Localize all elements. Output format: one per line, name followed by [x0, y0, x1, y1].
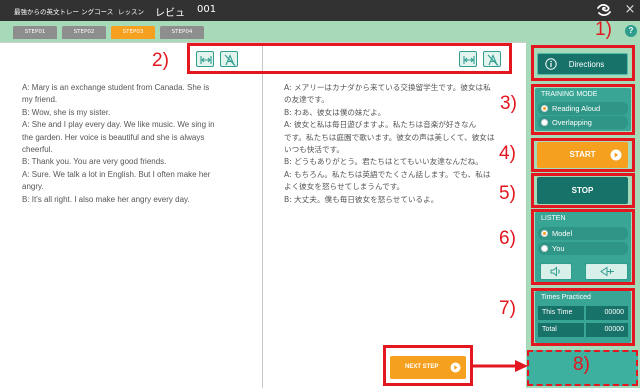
japanese-line: B: 大丈夫。僕も毎日彼女を怒らせているよ。: [284, 194, 439, 204]
japanese-hide-text-button[interactable]: [483, 51, 501, 67]
reading-content: A: Mary is an exchange student from Cana…: [0, 42, 526, 388]
japanese-line: です。私たちは庭園で歌います。彼女の声は美しくて、彼女は: [284, 132, 495, 142]
playback-icon: [599, 266, 614, 277]
english-hide-text-button[interactable]: [220, 51, 238, 67]
speaker-button[interactable]: [540, 263, 572, 280]
arrow-circle-icon: [610, 149, 622, 161]
this-time-value: 00000: [586, 306, 628, 320]
radio-label: Model: [552, 229, 573, 238]
english-line: my friend.: [22, 95, 58, 105]
japanese-line: の友達です。: [284, 95, 329, 105]
step-tab-bar: STEP01 STEP02 STEP03 STEP04 ?: [0, 21, 640, 42]
english-line: B: Wow, she is my sister.: [22, 107, 111, 117]
english-line: B: Thank you. You are very good friends.: [22, 157, 167, 167]
english-line: A: She and I play every day. We like mus…: [22, 120, 215, 130]
japanese-line: いつも快活です。: [284, 144, 344, 154]
lesson-label: レッスン: [118, 8, 144, 16]
japanese-line: A: 彼女と私は毎日遊びますよ。私たちは音楽が好きなん: [284, 120, 477, 130]
english-expand-button[interactable]: [196, 51, 214, 67]
japanese-line: A: メアリーはカナダから来ている交換留学生です。彼女は私: [284, 83, 491, 92]
title-bar: 最強からの英文トレー ングコース レッスン レビュ 001 ×: [0, 0, 640, 21]
radio-model[interactable]: Model: [538, 227, 628, 240]
times-practiced-title: Times Practiced: [541, 294, 591, 301]
japanese-line: B: どうもありがとう。君たちはとてもいい友達なんだね。: [284, 157, 483, 167]
radio-button: [541, 119, 548, 126]
tab-step01[interactable]: STEP01: [13, 26, 57, 39]
control-sidebar: Directions TRAINING MODE Reading Aloud O…: [526, 42, 640, 388]
listen-panel: LISTEN Model You: [535, 212, 631, 282]
review-label: レビュ: [155, 8, 185, 19]
directions-button[interactable]: Directions: [537, 53, 628, 75]
next-step-button[interactable]: NEXT STEP: [390, 356, 466, 379]
japanese-line: A: もちろん。私たちは英語でたくさん話します。でも、私は: [284, 169, 491, 179]
tab-step04[interactable]: STEP04: [160, 26, 204, 39]
radio-overlapping[interactable]: Overlapping: [538, 116, 628, 129]
expand-icon: [463, 56, 475, 64]
total-value: 00000: [586, 323, 628, 337]
radio-label: Overlapping: [552, 118, 592, 127]
times-practiced-panel: Times Practiced This Time 00000 Total 00…: [535, 291, 631, 343]
course-title: 最強からの英文トレー ングコース: [14, 8, 114, 16]
help-icon[interactable]: ?: [625, 25, 637, 37]
english-line: A: Sure. We talk a lot in English. But I…: [22, 169, 211, 179]
close-icon[interactable]: ×: [624, 3, 636, 17]
radio-label: Reading Aloud: [552, 104, 601, 113]
japanese-text: A: メアリーはカナダから来ている交換留学生です。彼女は私 の友達です。 B: …: [284, 82, 495, 206]
english-line: angry.: [22, 182, 44, 192]
info-icon: [545, 58, 557, 70]
hide-text-icon: [224, 54, 236, 66]
training-mode-panel: TRAINING MODE Reading Aloud Overlapping: [535, 88, 631, 131]
radio-button: [541, 230, 548, 237]
annotation-arrow: [473, 360, 528, 372]
stop-button[interactable]: STOP: [537, 177, 628, 204]
radio-label: You: [552, 244, 565, 253]
japanese-line: B: わあ、彼女は僕の妹だよ。: [284, 107, 386, 117]
listen-title: LISTEN: [541, 215, 566, 222]
english-line: A: Mary is an exchange student from Cana…: [22, 83, 210, 92]
hide-text-icon: [487, 54, 499, 66]
playback-button[interactable]: [585, 263, 628, 280]
tab-step02[interactable]: STEP02: [62, 26, 106, 39]
english-text: A: Mary is an exchange student from Cana…: [22, 82, 215, 206]
swirl-logo-icon: [597, 3, 611, 17]
next-step-slot: [527, 350, 638, 386]
total-label: Total: [538, 323, 584, 337]
tab-step03[interactable]: STEP03: [111, 26, 155, 39]
start-label: START: [569, 150, 596, 159]
stop-label: STOP: [571, 186, 594, 195]
start-button[interactable]: START: [537, 142, 628, 168]
japanese-expand-button[interactable]: [459, 51, 477, 67]
english-line: cheerful.: [22, 144, 53, 154]
next-step-label: NEXT STEP: [405, 364, 439, 370]
this-time-label: This Time: [538, 306, 584, 320]
radio-you[interactable]: You: [538, 242, 628, 255]
lesson-number: 001: [197, 4, 217, 15]
directions-label: Directions: [568, 60, 605, 69]
english-line: the garden. Her voice is beautiful and s…: [22, 132, 205, 142]
panel-divider: [262, 43, 263, 388]
radio-button: [541, 105, 548, 112]
speaker-icon: [550, 266, 560, 277]
radio-button: [541, 245, 548, 252]
radio-reading-aloud[interactable]: Reading Aloud: [538, 102, 628, 115]
arrow-circle-icon: [450, 362, 461, 373]
training-mode-title: TRAINING MODE: [541, 91, 598, 98]
english-line: B: It's all right. I also make her angry…: [22, 194, 190, 204]
japanese-line: よく彼女を怒らせてしまうんです。: [284, 182, 405, 192]
expand-icon: [200, 56, 212, 64]
